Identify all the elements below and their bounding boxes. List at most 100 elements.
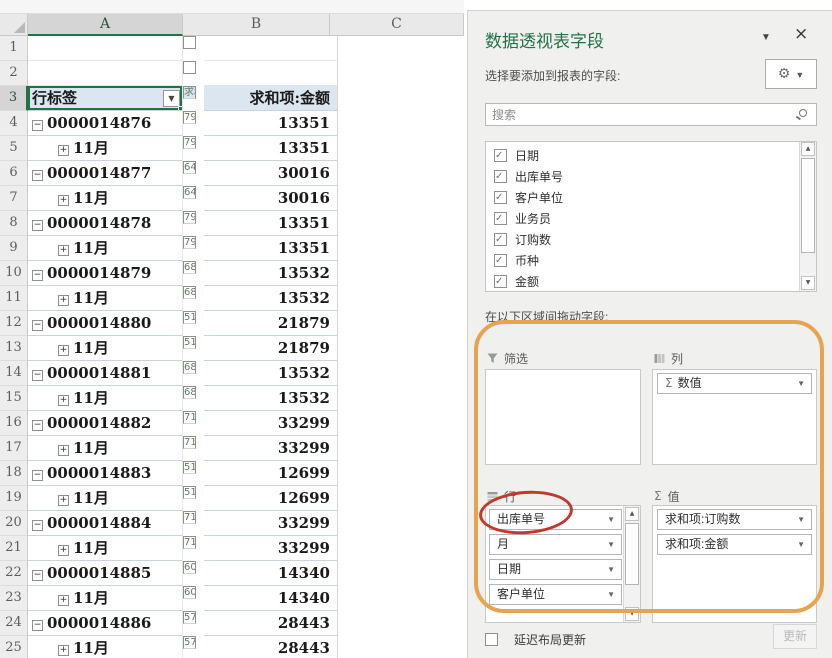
collapse-icon[interactable]: − — [32, 570, 43, 581]
collapse-icon[interactable]: − — [32, 120, 43, 131]
row-header-24[interactable]: 24 — [0, 611, 28, 636]
field-list-item[interactable]: ✓订购数 — [486, 229, 799, 250]
row-labels-filter-dropdown-icon[interactable]: ▼ — [163, 90, 180, 107]
pivot-label-cell[interactable]: −0000014880 — [28, 311, 183, 336]
pivot-amount-cell[interactable]: 13532 — [204, 261, 338, 286]
pivot-label-cell[interactable]: +11月 — [28, 136, 183, 161]
scroll-thumb[interactable] — [801, 158, 815, 253]
scroll-up-icon[interactable]: ▲ — [625, 507, 639, 521]
pivot-qty-cell[interactable]: 71 — [183, 511, 196, 524]
rows-area-pill[interactable]: 出库单号▼ — [489, 509, 622, 530]
collapse-icon[interactable]: − — [32, 620, 43, 631]
rows-area-box[interactable]: 出库单号▼月▼日期▼客户单位▼ ▲ ▼ — [485, 505, 641, 623]
pivot-amount-header-cell[interactable]: 求和项:金额 — [204, 86, 338, 111]
row-header-8[interactable]: 8 — [0, 211, 28, 236]
pivot-qty-cell[interactable]: 68 — [183, 261, 196, 274]
pivot-label-cell[interactable]: +11月 — [28, 536, 183, 561]
row-header-12[interactable]: 12 — [0, 311, 28, 336]
pivot-qty-header-cell[interactable]: 求和项:订购数 — [183, 86, 196, 99]
pivot-qty-cell[interactable]: 68 — [183, 361, 196, 374]
select-all-corner[interactable] — [0, 14, 28, 36]
row-header-4[interactable]: 4 — [0, 111, 28, 136]
pivot-amount-cell[interactable]: 14340 — [204, 586, 338, 611]
pill-dropdown-icon[interactable]: ▼ — [607, 510, 615, 529]
pivot-amount-cell[interactable]: 30016 — [204, 186, 338, 211]
pivot-label-cell[interactable]: −0000014884 — [28, 511, 183, 536]
collapse-icon[interactable]: − — [32, 170, 43, 181]
columns-area-box[interactable]: Σ数值▼ — [652, 369, 817, 465]
row-header-7[interactable]: 7 — [0, 186, 28, 211]
pivot-label-cell[interactable]: +11月 — [28, 286, 183, 311]
collapse-icon[interactable]: − — [32, 520, 43, 531]
pivot-qty-cell[interactable]: 57 — [183, 636, 196, 649]
pivot-label-cell[interactable]: −0000014881 — [28, 361, 183, 386]
pivot-amount-cell[interactable]: 13351 — [204, 136, 338, 161]
pivot-amount-cell[interactable]: 28443 — [204, 636, 338, 658]
field-checkbox[interactable]: ✓ — [494, 149, 507, 162]
empty-cell[interactable] — [28, 36, 183, 61]
row-header-17[interactable]: 17 — [0, 436, 28, 461]
pivot-amount-cell[interactable]: 13532 — [204, 286, 338, 311]
row-header-1[interactable]: 1 — [0, 36, 28, 61]
expand-icon[interactable]: + — [58, 645, 69, 656]
expand-icon[interactable]: + — [58, 195, 69, 206]
row-header-13[interactable]: 13 — [0, 336, 28, 361]
pill-dropdown-icon[interactable]: ▼ — [607, 535, 615, 554]
collapse-icon[interactable]: − — [32, 470, 43, 481]
values-area-box[interactable]: 求和项:订购数▼求和项:金额▼ — [652, 505, 817, 623]
field-list-item[interactable]: ✓业务员 — [486, 208, 799, 229]
row-header-10[interactable]: 10 — [0, 261, 28, 286]
pivot-amount-cell[interactable]: 13532 — [204, 361, 338, 386]
expand-icon[interactable]: + — [58, 245, 69, 256]
field-checkbox[interactable]: ✓ — [494, 170, 507, 183]
pill-dropdown-icon[interactable]: ▼ — [607, 560, 615, 579]
collapse-icon[interactable]: − — [32, 370, 43, 381]
pivot-qty-cell[interactable]: 57 — [183, 611, 196, 624]
pivot-amount-cell[interactable]: 12699 — [204, 486, 338, 511]
empty-cell[interactable] — [183, 61, 196, 74]
pivot-amount-cell[interactable]: 12699 — [204, 461, 338, 486]
expand-icon[interactable]: + — [58, 445, 69, 456]
row-header-9[interactable]: 9 — [0, 236, 28, 261]
pivot-qty-cell[interactable]: 64 — [183, 161, 196, 174]
rows-area-pill[interactable]: 客户单位▼ — [489, 584, 622, 605]
collapse-icon[interactable]: − — [32, 320, 43, 331]
pivot-amount-cell[interactable]: 33299 — [204, 511, 338, 536]
row-header-11[interactable]: 11 — [0, 286, 28, 311]
pivot-label-cell[interactable]: −0000014877 — [28, 161, 183, 186]
pivot-amount-cell[interactable]: 13351 — [204, 111, 338, 136]
pill-dropdown-icon[interactable]: ▼ — [607, 585, 615, 604]
columns-area-pill[interactable]: Σ数值▼ — [657, 373, 812, 394]
row-header-5[interactable]: 5 — [0, 136, 28, 161]
filters-area-box[interactable] — [485, 369, 641, 465]
field-list-item[interactable]: ✓客户单位 — [486, 187, 799, 208]
scroll-down-icon[interactable]: ▼ — [801, 276, 815, 290]
panel-close-icon[interactable]: × — [794, 24, 808, 44]
pivot-qty-cell[interactable]: 79 — [183, 111, 196, 124]
pivot-amount-cell[interactable]: 14340 — [204, 561, 338, 586]
pivot-qty-cell[interactable]: 51 — [183, 486, 196, 499]
empty-cell[interactable] — [204, 61, 338, 86]
pivot-label-cell[interactable]: −0000014885 — [28, 561, 183, 586]
empty-cell[interactable] — [183, 36, 196, 49]
pivot-qty-cell[interactable]: 68 — [183, 286, 196, 299]
pivot-qty-cell[interactable]: 71 — [183, 436, 196, 449]
pivot-qty-cell[interactable]: 51 — [183, 311, 196, 324]
pivot-amount-cell[interactable]: 13351 — [204, 211, 338, 236]
collapse-icon[interactable]: − — [32, 420, 43, 431]
pivot-qty-cell[interactable]: 79 — [183, 136, 196, 149]
pivot-label-cell[interactable]: +11月 — [28, 386, 183, 411]
pivot-amount-cell[interactable]: 13532 — [204, 386, 338, 411]
row-header-2[interactable]: 2 — [0, 61, 28, 86]
pivot-label-cell[interactable]: +11月 — [28, 486, 183, 511]
pivot-label-cell[interactable]: +11月 — [28, 336, 183, 361]
pivot-amount-cell[interactable]: 33299 — [204, 536, 338, 561]
field-list-item[interactable]: ✓币种 — [486, 250, 799, 271]
collapse-icon[interactable]: − — [32, 220, 43, 231]
pivot-qty-cell[interactable]: 79 — [183, 236, 196, 249]
scroll-up-icon[interactable]: ▲ — [801, 142, 815, 156]
row-header-23[interactable]: 23 — [0, 586, 28, 611]
rows-area-pill[interactable]: 月▼ — [489, 534, 622, 555]
pivot-amount-cell[interactable]: 13351 — [204, 236, 338, 261]
field-list-item[interactable]: ✓日期 — [486, 145, 799, 166]
